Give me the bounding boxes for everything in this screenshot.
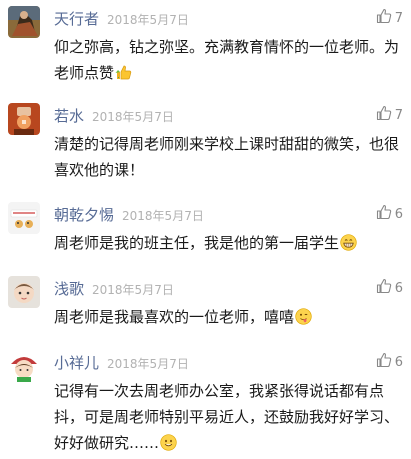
comment-text: 记得有一次去周老师办公室，我紧张得说话都有点抖，可是周老师特别平易近人，还鼓励我… [54,382,400,452]
comment-item: 天行者 2018年5月7日 7 仰之弥高，钻之弥坚。充满教育情怀的一位老师。为老… [0,6,411,82]
comment-body: 记得有一次去周老师办公室，我紧张得说话都有点抖，可是周老师特别平易近人，还鼓励我… [54,378,400,456]
comment-body: 周老师是我最喜欢的一位老师，嘻嘻 [54,304,400,330]
like-count: 7 [394,107,403,123]
thumbs-up-emoji-icon [115,63,132,80]
thumbs-up-icon [376,278,392,298]
thumbs-up-icon [376,8,392,28]
like-button[interactable]: 6 [376,204,403,224]
comment-body: 清楚的记得周老师刚来学校上课时甜甜的微笑，也很喜欢他的课！ [54,131,400,183]
comment-author[interactable]: 浅歌 [54,278,84,299]
avatar[interactable] [8,6,40,38]
comment-text: 清楚的记得周老师刚来学校上课时甜甜的微笑，也很喜欢他的课！ [54,135,400,179]
comment-item: 浅歌 2018年5月7日 6 周老师是我最喜欢的一位老师，嘻嘻 [0,276,411,326]
comment-text: 仰之弥高，钻之弥坚。充满教育情怀的一位老师。为老师点赞 [54,38,400,82]
comment-item: 朝乾夕惕 2018年5月7日 6 周老师是我的班主任，我是他的第一届学生 [0,202,411,252]
thumbs-up-icon [376,204,392,224]
comment-author[interactable]: 天行者 [54,8,99,29]
like-count: 6 [394,206,403,222]
comment-author[interactable]: 若水 [54,105,84,126]
like-button[interactable]: 7 [376,105,403,125]
comment-author[interactable]: 小祥儿 [54,352,99,373]
avatar[interactable] [8,350,40,382]
avatar[interactable] [8,202,40,234]
comment-date: 2018年5月7日 [107,357,189,371]
like-count: 6 [394,280,403,296]
avatar[interactable] [8,276,40,308]
like-count: 6 [394,354,403,370]
grinning-emoji-icon [340,233,357,251]
comment-date: 2018年5月7日 [92,283,174,297]
comment-text: 周老师是我最喜欢的一位老师，嘻嘻 [54,308,295,326]
comment-date: 2018年5月7日 [107,13,189,27]
like-count: 7 [394,10,403,26]
winking-tongue-emoji-icon [295,307,312,325]
avatar[interactable] [8,103,40,135]
comment-item: 若水 2018年5月7日 7 清楚的记得周老师刚来学校上课时甜甜的微笑，也很喜欢… [0,103,411,179]
comment-author[interactable]: 朝乾夕惕 [54,204,114,225]
comment-date: 2018年5月7日 [92,110,174,124]
thumbs-up-icon [376,105,392,125]
thumbs-up-icon [376,352,392,372]
comment-body: 仰之弥高，钻之弥坚。充满教育情怀的一位老师。为老师点赞 [54,34,400,86]
like-button[interactable]: 6 [376,278,403,298]
like-button[interactable]: 6 [376,352,403,372]
like-button[interactable]: 7 [376,8,403,28]
comment-text: 周老师是我的班主任，我是他的第一届学生 [54,234,340,252]
comment-body: 周老师是我的班主任，我是他的第一届学生 [54,230,400,256]
comment-date: 2018年5月7日 [122,209,204,223]
smiling-emoji-icon [160,433,177,451]
comment-item: 小祥儿 2018年5月7日 6 记得有一次去周老师办公室，我紧张得说话都有点抖，… [0,350,411,452]
